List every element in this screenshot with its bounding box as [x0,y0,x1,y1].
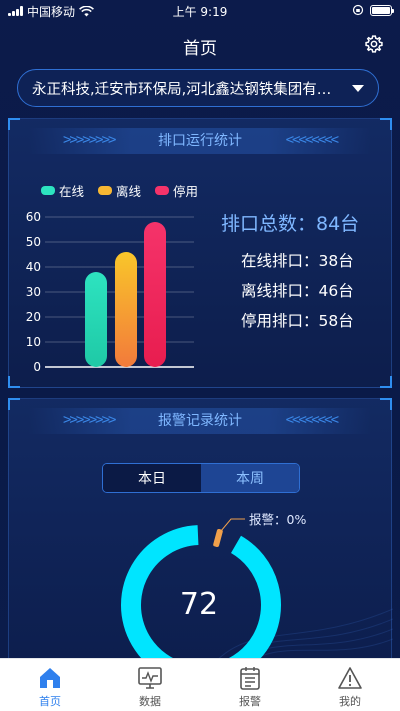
status-time: 上午 9:19 [172,5,228,19]
tabbar-item-alarm[interactable]: 报警 [200,659,300,711]
alarm-leader-line [220,518,245,532]
status-bar: 中国移动 上午 9:19 [0,0,400,22]
period-tabs: 本日 本周 [102,463,300,493]
outlet-panel-title: 排口运行统计 [158,133,242,149]
tab-week[interactable]: 本周 [201,464,299,492]
legend-item-disabled: 停用 [155,181,198,200]
tabbar-label-alarm: 报警 [239,695,261,708]
y-tick-label: 30 [26,285,41,299]
chevrons-left-icon: <<<<<<<< [285,132,339,148]
stat-offline: 离线排口：46台 [241,282,354,300]
chart-legend: 在线 离线 停用 [41,181,198,200]
outlet-panel-header: >>>>>>>> 排口运行统计 <<<<<<<< [9,119,391,161]
legend-label-online: 在线 [59,184,85,199]
battery-icon [370,4,394,16]
gear-icon[interactable] [364,34,384,54]
nav-bar: 首页 [0,22,400,66]
y-tick-label: 60 [26,210,41,224]
alarm-panel-header: >>>>>>>> 报警记录统计 <<<<<<<< [9,399,391,441]
tabbar-item-mine[interactable]: 我的 [300,659,400,711]
chevrons-right-icon: >>>>>>>> [63,412,116,428]
alarm-marker [213,528,223,548]
legend-label-disabled: 停用 [173,184,199,199]
y-tick-label: 10 [26,335,41,349]
stat-disabled: 停用排口：58台 [241,312,354,330]
bottom-tab-bar: 首页 数据 报警 我的 [0,658,400,711]
legend-item-offline: 离线 [98,181,141,200]
y-tick-label: 20 [26,310,41,324]
tab-today[interactable]: 本日 [103,464,201,492]
alarm-ring-chart [121,518,393,669]
alarm-stats-panel: >>>>>>>> 报警记录统计 <<<<<<<< 本日 本周 报警：0% 72 [8,398,393,669]
tabbar-label-data: 数据 [139,695,161,708]
organization-selector[interactable]: 永正科技,迁安市环保局,河北鑫达钢铁集团有… [17,69,379,107]
app-screen: 中国移动 上午 9:19 首页 永正科技,迁安市环保局,河北鑫达钢铁集团有… >… [0,0,400,711]
calendar-icon [240,667,260,690]
tabbar-item-home[interactable]: 首页 [0,659,100,711]
y-tick-label: 40 [26,260,41,274]
tabbar-label-home: 首页 [39,695,61,708]
home-icon [40,668,60,688]
ring-center-value: 72 [179,587,219,622]
bar-离线 [115,252,137,367]
outlet-total: 排口总数：84台 [221,213,360,235]
alarm-panel-title: 报警记录统计 [158,413,242,429]
bar-在线 [85,272,107,367]
rotation-lock-icon [352,4,364,16]
organization-selector-value: 永正科技,迁安市环保局,河北鑫达钢铁集团有… [32,81,332,98]
tabbar-item-data[interactable]: 数据 [100,659,200,711]
legend-item-online: 在线 [41,181,84,200]
alarm-percentage-label: 报警：0% [249,512,307,527]
warning-icon [338,667,362,689]
stat-online: 在线排口：38台 [241,252,354,270]
chevrons-right-icon: >>>>>>>> [63,132,116,148]
y-tick-label: 0 [33,360,41,374]
outlet-stats-panel: >>>>>>>> 排口运行统计 <<<<<<<< 在线 离线 停用 0 10 20 3… [8,118,392,388]
legend-label-offline: 离线 [116,184,142,199]
tabbar-label-mine: 我的 [339,695,361,708]
chevrons-left-icon: <<<<<<<< [285,412,339,428]
page-title: 首页 [183,39,217,59]
caret-down-icon [352,84,364,92]
outlet-bar-chart: 0 10 20 30 40 50 60 [26,210,194,374]
status-right [352,4,394,16]
y-tick-label: 50 [26,235,41,249]
bar-停用 [144,222,166,367]
monitor-icon [138,667,162,689]
